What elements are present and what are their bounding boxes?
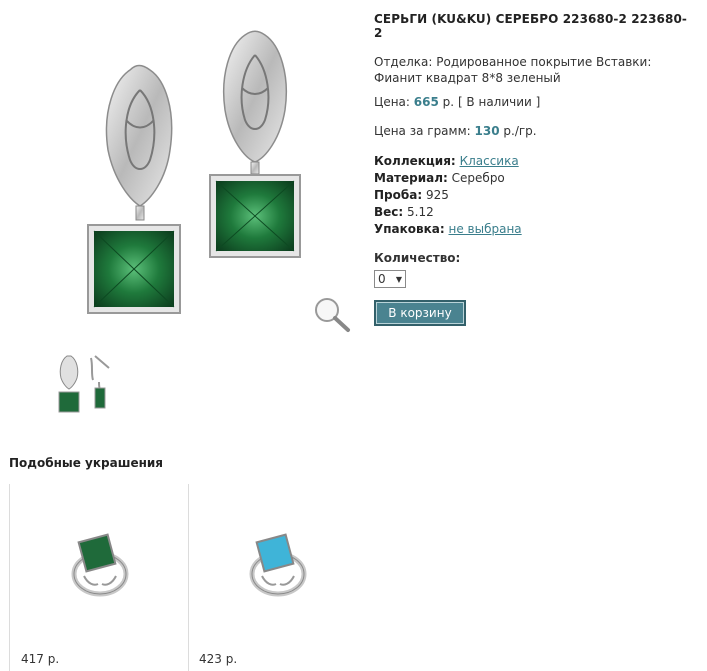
attribute-collection: Коллекция: Классика — [374, 153, 694, 170]
product-description: Отделка: Родированное покрытие Вставки: … — [374, 55, 652, 85]
collection-label: Коллекция: — [374, 154, 456, 168]
attribute-probe: Проба: 925 — [374, 187, 694, 204]
ring-image[interactable] — [246, 532, 310, 598]
price-line: Цена: 665 р. [ В наличии ] — [374, 95, 694, 109]
gram-price-unit: р./гр. — [503, 124, 537, 138]
price-label: Цена: — [374, 95, 410, 109]
product-title: СЕРЬГИ (KU&KU) СЕРЕБРО 223680-2 223680-2 — [374, 12, 687, 40]
price-value: 665 — [413, 95, 439, 109]
ring-image[interactable] — [68, 532, 132, 598]
price-unit: р. — [442, 95, 455, 109]
material-label: Материал: — [374, 171, 448, 185]
weight-value: 5.12 — [407, 205, 434, 219]
quantity-select[interactable]: 0 ▼ — [374, 270, 406, 288]
chevron-down-icon: ▼ — [395, 274, 402, 284]
product-info: СЕРЬГИ (KU&KU) СЕРЕБРО 223680-2 223680-2… — [374, 12, 694, 326]
add-to-cart-button[interactable]: В корзину — [374, 300, 466, 326]
gram-price-line: Цена за грамм: 130 р./гр. — [374, 124, 694, 138]
package-link[interactable]: не выбрана — [449, 222, 522, 236]
weight-label: Вес: — [374, 205, 404, 219]
product-main-image[interactable] — [30, 10, 350, 330]
probe-value: 925 — [425, 188, 449, 202]
quantity-value: 0 — [378, 272, 386, 286]
similar-section-title: Подобные украшения — [9, 456, 164, 470]
similar-item-price: 423 р. — [199, 652, 238, 666]
product-thumbnail[interactable] — [55, 352, 115, 414]
quantity-label: Количество: — [374, 251, 461, 265]
package-label: Упаковка: — [374, 222, 445, 236]
attribute-weight: Вес: 5.12 — [374, 204, 694, 221]
probe-label: Проба: — [374, 188, 423, 202]
similar-item-card[interactable]: 417 р. — [9, 484, 189, 671]
material-value: Серебро — [451, 171, 505, 185]
zoom-icon[interactable] — [312, 296, 352, 334]
gram-price-value: 130 — [474, 124, 500, 138]
attribute-material: Материал: Серебро — [374, 170, 694, 187]
similar-item-price: 417 р. — [21, 652, 60, 666]
collection-link[interactable]: Классика — [460, 154, 519, 168]
similar-item-card[interactable]: 423 р. — [188, 484, 366, 671]
gram-price-label: Цена за грамм: — [374, 124, 471, 138]
availability-status: [ В наличии ] — [457, 95, 541, 109]
attribute-package: Упаковка: не выбрана — [374, 221, 694, 238]
